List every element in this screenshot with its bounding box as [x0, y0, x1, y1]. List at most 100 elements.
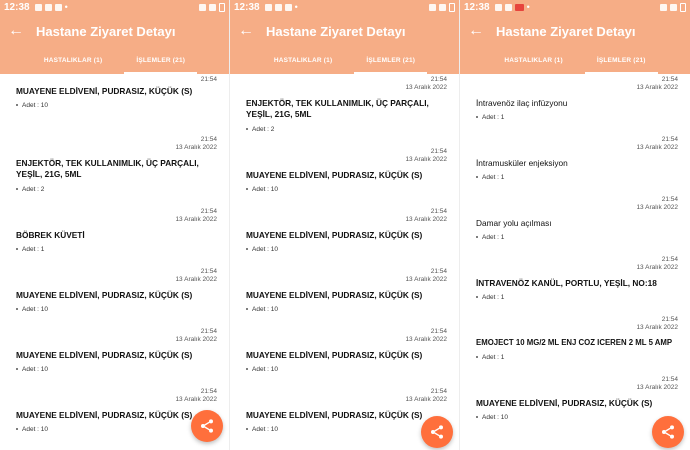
timestamp: 21:54 13 Aralık 2022 [405, 328, 447, 343]
page-title: Hastane Ziyaret Detayı [266, 23, 406, 39]
item-name: MUAYENE ELDİVENİ, PUDRASIZ, KÜÇÜK (S) [246, 290, 423, 300]
share-button[interactable] [191, 410, 223, 442]
item-name: Damar yolu açılması [476, 218, 552, 228]
battery-icon [449, 2, 455, 12]
list-item[interactable]: 21:54 MUAYENE ELDİVENİ, PUDRASIZ, KÜÇÜK … [16, 74, 223, 134]
tab-hastaliklar[interactable]: HASTALIKLAR (1) [262, 48, 345, 74]
arrow-left-icon[interactable]: ← [468, 23, 492, 39]
bullet-icon [246, 128, 248, 131]
tab-bar: HASTALIKLAR (1) İŞLEMLER (21) [0, 48, 229, 74]
list-item[interactable]: 21:54 13 Aralık 2022 MUAYENE ELDİVENİ, P… [246, 206, 453, 266]
screen-panel-2: 12:38 • ← Hastane Ziyaret Detayı HASTALI… [230, 0, 460, 450]
timestamp: 21:54 13 Aralık 2022 [636, 136, 678, 151]
list-item[interactable]: 21:54 13 Aralık 2022 İNTRAVENÖZ KANÜL, P… [476, 254, 684, 314]
arrow-left-icon[interactable]: ← [8, 23, 32, 39]
bullet-icon [476, 236, 478, 239]
timestamp: 21:54 13 Aralık 2022 [175, 136, 217, 151]
list-item[interactable]: 21:54 13 Aralık 2022 ENJEKTÖR, TEK KULLA… [246, 74, 453, 146]
tab-islemler[interactable]: İŞLEMLER (21) [584, 48, 658, 74]
list-item[interactable]: 21:54 13 Aralık 2022 MUAYENE ELDİVENİ, P… [246, 266, 453, 326]
more-dots-icon: • [64, 2, 68, 12]
bullet-icon [246, 308, 248, 311]
app-notification-icon [514, 3, 524, 11]
item-name: İntramusküler enjeksiyon [476, 158, 568, 168]
timestamp: 21:54 13 Aralık 2022 [405, 268, 447, 283]
app-bar: ← Hastane Ziyaret Detayı [230, 14, 459, 48]
notification-icon [264, 3, 272, 11]
item-quantity: Adet : 1 [476, 234, 504, 241]
item-name: ENJEKTÖR, TEK KULLANIMLIK, ÜÇ PARÇALI, Y… [16, 158, 199, 179]
share-button[interactable] [652, 416, 684, 448]
item-quantity: Adet : 2 [246, 126, 274, 133]
bullet-icon [16, 188, 18, 191]
arrow-left-icon[interactable]: ← [238, 23, 262, 39]
item-quantity: Adet : 10 [246, 186, 278, 193]
item-quantity: Adet : 1 [476, 354, 504, 361]
status-bar: 12:38 • [0, 0, 229, 14]
share-button[interactable] [421, 416, 453, 448]
tab-hastaliklar[interactable]: HASTALIKLAR (1) [32, 48, 115, 74]
notification-icon [494, 3, 502, 11]
timestamp: 21:54 13 Aralık 2022 [636, 256, 678, 271]
tab-islemler[interactable]: İŞLEMLER (21) [354, 48, 428, 74]
telegram-icon [284, 3, 292, 11]
item-quantity: Adet : 1 [16, 246, 44, 253]
bullet-icon [476, 296, 478, 299]
notification-icon [44, 3, 52, 11]
procedure-list: 21:54 13 Aralık 2022 ENJEKTÖR, TEK KULLA… [230, 74, 459, 446]
procedure-list: 21:54 MUAYENE ELDİVENİ, PUDRASIZ, KÜÇÜK … [0, 74, 229, 446]
wifi-icon [429, 3, 436, 11]
list-item[interactable]: 21:54 13 Aralık 2022 MUAYENE ELDİVENİ, P… [246, 146, 453, 206]
item-name: MUAYENE ELDİVENİ, PUDRASIZ, KÜÇÜK (S) [16, 410, 193, 420]
notification-icon [504, 3, 512, 11]
list-item[interactable]: 21:54 13 Aralık 2022 MUAYENE ELDİVENİ, P… [16, 266, 223, 326]
timestamp: 21:54 13 Aralık 2022 [636, 196, 678, 211]
list-item[interactable]: 21:54 13 Aralık 2022 ENJEKTÖR, TEK KULLA… [16, 134, 223, 206]
screen-panel-1: 12:38 • ← Hastane Ziyaret Detayı HASTALI… [0, 0, 230, 450]
wifi-icon [199, 3, 206, 11]
screen-panel-3: 12:38 • ← Hastane Ziyaret Detayı HASTALI… [460, 0, 690, 450]
share-icon [662, 425, 674, 439]
item-quantity: Adet : 10 [246, 246, 278, 253]
tab-bar: HASTALIKLAR (1) İŞLEMLER (21) [230, 48, 459, 74]
timestamp: 21:54 13 Aralık 2022 [175, 208, 217, 223]
item-name: İNTRAVENÖZ KANÜL, PORTLU, YEŞİL, NO:18 [476, 278, 657, 288]
item-name: ENJEKTÖR, TEK KULLANIMLIK, ÜÇ PARÇALI, Y… [246, 98, 429, 119]
tab-hastaliklar[interactable]: HASTALIKLAR (1) [492, 48, 575, 74]
wifi-icon [660, 3, 667, 11]
list-item[interactable]: 21:54 13 Aralık 2022 Damar yolu açılması… [476, 194, 684, 254]
list-item[interactable]: 21:54 13 Aralık 2022 İntravenöz ilaç inf… [476, 74, 684, 134]
timestamp: 21:54 13 Aralık 2022 [175, 328, 217, 343]
list-item[interactable]: 21:54 13 Aralık 2022 MUAYENE ELDİVENİ, P… [246, 326, 453, 386]
tab-bar: HASTALIKLAR (1) İŞLEMLER (21) [460, 48, 690, 74]
item-quantity: Adet : 10 [16, 102, 48, 109]
list-item[interactable]: 21:54 13 Aralık 2022 MUAYENE ELDİVENİ, P… [16, 386, 223, 446]
timestamp: 21:54 [200, 76, 217, 83]
list-item[interactable]: 21:54 13 Aralık 2022 İntramusküler enjek… [476, 134, 684, 194]
status-time: 12:38 [4, 1, 30, 13]
notification-icon [274, 3, 282, 11]
bullet-icon [16, 248, 18, 251]
battery-icon [680, 2, 686, 12]
more-dots-icon: • [294, 2, 298, 12]
status-bar: 12:38 • [460, 0, 690, 14]
item-quantity: Adet : 1 [476, 114, 504, 121]
notification-icon [34, 3, 42, 11]
bullet-icon [476, 116, 478, 119]
bullet-icon [246, 428, 248, 431]
timestamp: 21:54 13 Aralık 2022 [636, 76, 678, 91]
item-name: EMOJECT 10 MG/2 ML ENJ COZ ICEREN 2 ML 5… [476, 338, 673, 347]
item-quantity: Adet : 10 [16, 306, 48, 313]
timestamp: 21:54 13 Aralık 2022 [175, 388, 217, 403]
timestamp: 21:54 13 Aralık 2022 [636, 316, 678, 331]
page-title: Hastane Ziyaret Detayı [496, 23, 636, 39]
item-quantity: Adet : 2 [16, 186, 44, 193]
item-name: İntravenöz ilaç infüzyonu [476, 98, 568, 108]
list-item[interactable]: 21:54 13 Aralık 2022 MUAYENE ELDİVENİ, P… [16, 326, 223, 386]
tab-islemler[interactable]: İŞLEMLER (21) [124, 48, 198, 74]
list-item[interactable]: 21:54 13 Aralık 2022 EMOJECT 10 MG/2 ML … [476, 314, 684, 374]
list-item[interactable]: 21:54 13 Aralık 2022 BÖBREK KÜVETİ Adet … [16, 206, 223, 266]
item-quantity: Adet : 10 [246, 366, 278, 373]
bullet-icon [476, 176, 478, 179]
bullet-icon [16, 428, 18, 431]
